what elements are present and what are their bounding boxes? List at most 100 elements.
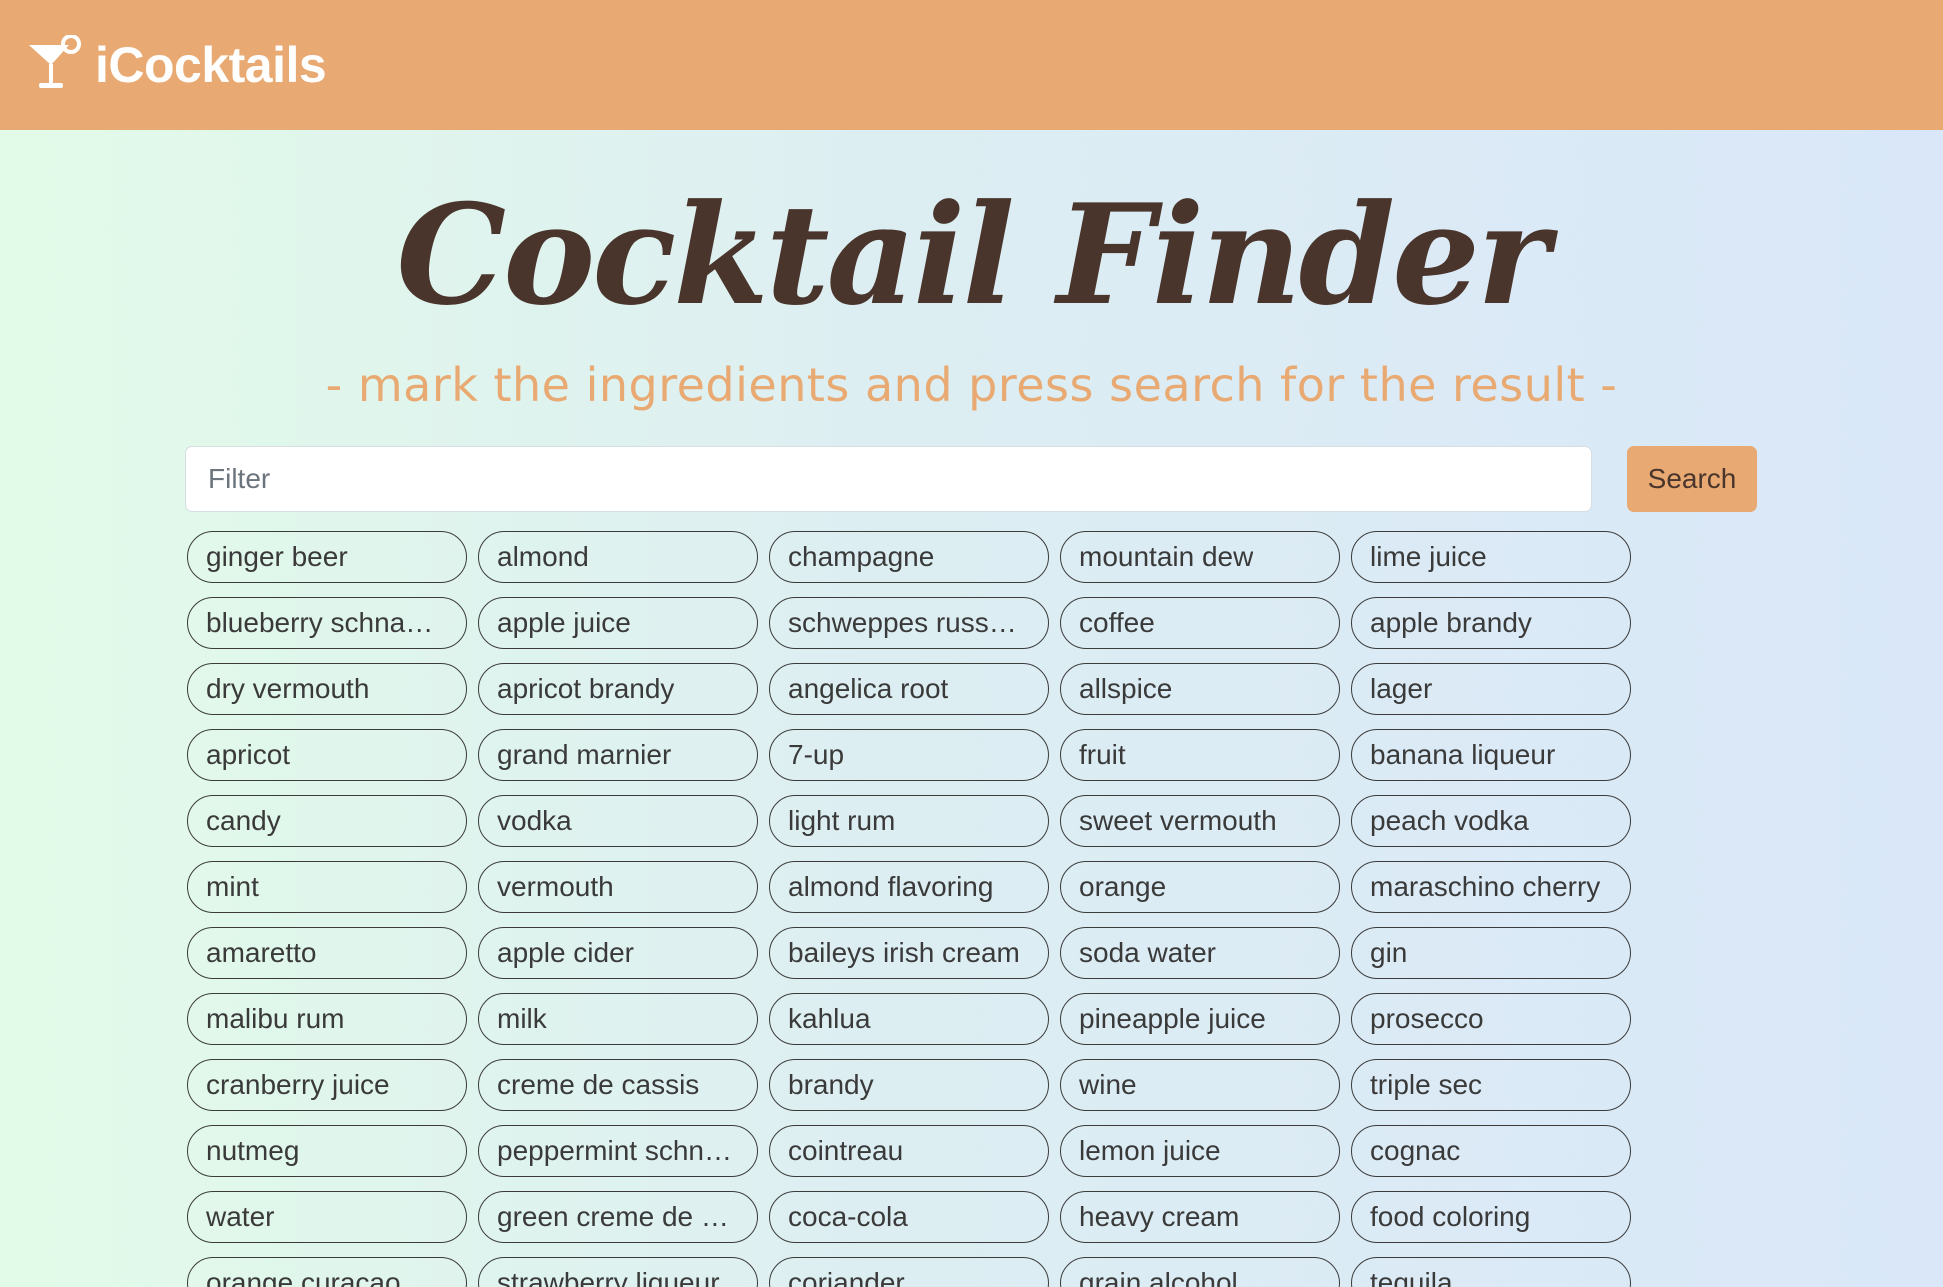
ingredient-pill[interactable]: apple brandy [1351, 597, 1631, 649]
ingredient-pill[interactable]: candy [187, 795, 467, 847]
ingredient-label: coriander [788, 1267, 905, 1287]
ingredient-label: wine [1079, 1069, 1137, 1100]
ingredient-pill[interactable]: 7-up [769, 729, 1049, 781]
ingredient-label: cranberry juice [206, 1069, 390, 1100]
ingredient-pill[interactable]: cointreau [769, 1125, 1049, 1177]
ingredient-label: apple brandy [1370, 607, 1532, 638]
ingredient-label: cointreau [788, 1135, 904, 1166]
ingredient-label: sweet vermouth [1079, 805, 1277, 836]
ingredient-label: allspice [1079, 673, 1173, 704]
ingredient-pill[interactable]: lime juice [1351, 531, 1631, 583]
cocktail-glass-icon [29, 35, 81, 88]
ingredient-pill[interactable]: cranberry juice [187, 1059, 467, 1111]
ingredient-pill[interactable]: apricot [187, 729, 467, 781]
ingredient-pill[interactable]: schweppes russ… [769, 597, 1049, 649]
ingredient-label: almond flavoring [788, 871, 994, 902]
ingredient-pill[interactable]: green creme de … [478, 1191, 758, 1243]
ingredient-pill[interactable]: allspice [1060, 663, 1340, 715]
ingredient-label: candy [206, 805, 281, 836]
ingredient-pill[interactable]: blueberry schna… [187, 597, 467, 649]
ingredient-pill[interactable]: pineapple juice [1060, 993, 1340, 1045]
ingredient-pill[interactable]: vermouth [478, 861, 758, 913]
ingredient-pill[interactable]: triple sec [1351, 1059, 1631, 1111]
ingredient-label: amaretto [206, 937, 317, 968]
ingredient-pill[interactable]: light rum [769, 795, 1049, 847]
ingredient-pill[interactable]: apple cider [478, 927, 758, 979]
ingredient-label: coca-cola [788, 1201, 908, 1232]
search-button[interactable]: Search [1627, 446, 1757, 512]
ingredient-pill[interactable]: coriander [769, 1257, 1049, 1287]
ingredient-label: banana liqueur [1370, 739, 1556, 770]
ingredient-label: mint [206, 871, 259, 902]
ingredient-pill[interactable]: kahlua [769, 993, 1049, 1045]
ingredient-pill[interactable]: orange [1060, 861, 1340, 913]
ingredient-label: schweppes russ… [788, 607, 1017, 638]
ingredient-pill[interactable]: grand marnier [478, 729, 758, 781]
ingredient-pill[interactable]: nutmeg [187, 1125, 467, 1177]
ingredient-label: maraschino cherry [1370, 871, 1601, 902]
ingredient-label: dry vermouth [206, 673, 370, 704]
ingredient-pill[interactable]: soda water [1060, 927, 1340, 979]
ingredient-pill[interactable]: champagne [769, 531, 1049, 583]
ingredient-pill[interactable]: mountain dew [1060, 531, 1340, 583]
ingredient-pill[interactable]: amaretto [187, 927, 467, 979]
ingredient-pill[interactable]: water [187, 1191, 467, 1243]
ingredient-pill[interactable]: apple juice [478, 597, 758, 649]
ingredient-label: lime juice [1370, 541, 1487, 572]
ingredient-pill[interactable]: maraschino cherry [1351, 861, 1631, 913]
ingredient-pill[interactable]: almond [478, 531, 758, 583]
ingredient-pill[interactable]: malibu rum [187, 993, 467, 1045]
ingredient-label: coffee [1079, 607, 1155, 638]
ingredient-pill[interactable]: grain alcohol [1060, 1257, 1340, 1287]
ingredient-label: nutmeg [206, 1135, 300, 1166]
ingredient-pill[interactable]: coffee [1060, 597, 1340, 649]
ingredient-pill[interactable]: milk [478, 993, 758, 1045]
ingredient-grid: ginger beer almond champagne mountain dew li… [187, 531, 1631, 1287]
ingredient-label: grand marnier [497, 739, 672, 770]
ingredient-pill[interactable]: prosecco [1351, 993, 1631, 1045]
ingredient-label: creme de cassis [497, 1069, 700, 1100]
ingredient-pill[interactable]: ginger beer [187, 531, 467, 583]
ingredient-pill[interactable]: dry vermouth [187, 663, 467, 715]
ingredient-pill[interactable]: fruit [1060, 729, 1340, 781]
ingredient-pill[interactable]: lemon juice [1060, 1125, 1340, 1177]
ingredient-pill[interactable]: sweet vermouth [1060, 795, 1340, 847]
ingredient-label: pineapple juice [1079, 1003, 1266, 1034]
ingredient-pill[interactable]: orange curacao [187, 1257, 467, 1287]
ingredient-pill[interactable]: coca-cola [769, 1191, 1049, 1243]
ingredient-pill[interactable]: cognac [1351, 1125, 1631, 1177]
ingredient-pill[interactable]: mint [187, 861, 467, 913]
ingredient-pill[interactable]: gin [1351, 927, 1631, 979]
ingredient-label: 7-up [788, 739, 845, 770]
ingredient-label: fruit [1079, 739, 1126, 770]
ingredient-pill[interactable]: almond flavoring [769, 861, 1049, 913]
ingredient-pill[interactable]: food coloring [1351, 1191, 1631, 1243]
ingredient-pill[interactable]: apricot brandy [478, 663, 758, 715]
brand-name: iCocktails [95, 37, 327, 93]
ingredient-pill[interactable]: wine [1060, 1059, 1340, 1111]
brand-logo-link[interactable]: iCocktails [25, 35, 327, 95]
ingredient-label: angelica root [788, 673, 949, 704]
ingredient-pill[interactable]: peach vodka [1351, 795, 1631, 847]
ingredient-label: peach vodka [1370, 805, 1529, 836]
ingredient-label: vermouth [497, 871, 614, 902]
ingredient-pill[interactable]: creme de cassis [478, 1059, 758, 1111]
ingredient-pill[interactable]: baileys irish cream [769, 927, 1049, 979]
ingredient-pill[interactable]: angelica root [769, 663, 1049, 715]
ingredient-label: malibu rum [206, 1003, 345, 1034]
ingredient-pill[interactable]: peppermint schn… [478, 1125, 758, 1177]
page-title: Cocktail Finder [396, 173, 1549, 336]
top-navbar: iCocktails [0, 0, 1943, 130]
ingredient-pill[interactable]: lager [1351, 663, 1631, 715]
ingredient-label: champagne [788, 541, 935, 572]
ingredient-label: ginger beer [206, 541, 348, 572]
ingredient-pill[interactable]: tequila [1351, 1257, 1631, 1287]
ingredient-pill[interactable]: vodka [478, 795, 758, 847]
filter-input[interactable] [185, 446, 1592, 512]
ingredient-pill[interactable]: banana liqueur [1351, 729, 1631, 781]
ingredient-pill[interactable]: strawberry liqueur [478, 1257, 758, 1287]
ingredient-pill[interactable]: heavy cream [1060, 1191, 1340, 1243]
ingredient-label: almond [497, 541, 589, 572]
ingredient-pill[interactable]: brandy [769, 1059, 1049, 1111]
ingredient-label: heavy cream [1079, 1201, 1240, 1232]
